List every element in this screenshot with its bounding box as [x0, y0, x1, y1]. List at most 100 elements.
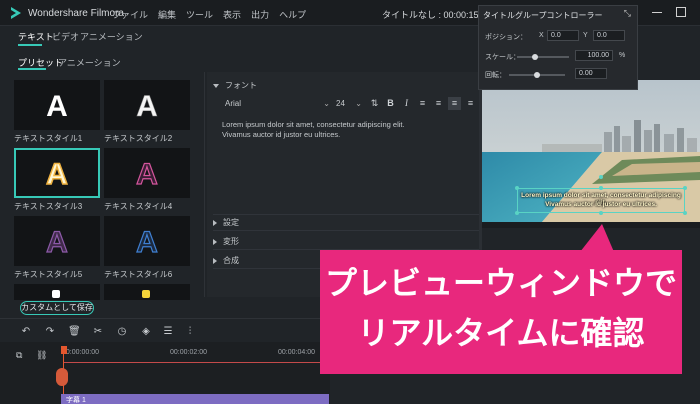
resize-handle[interactable]	[599, 186, 603, 190]
scale-slider-track[interactable]	[517, 56, 569, 58]
text-input-area[interactable]: Lorem ipsum dolor sit amet, consectetur …	[222, 120, 472, 210]
divider	[213, 214, 479, 215]
text-style-grid: A テキストスタイル1 A テキストスタイル2 A テキストスタイル3 A テキ…	[12, 80, 192, 300]
section-font-header[interactable]: フォント	[213, 80, 257, 91]
redo-icon[interactable]: ↷	[44, 326, 56, 338]
keyframe-icon[interactable]: ◈	[140, 326, 152, 338]
style-3-preview: A	[45, 157, 68, 192]
maximize-icon[interactable]	[676, 7, 686, 17]
menu-export[interactable]: 出力	[251, 8, 269, 21]
panel-title: タイトルグループコントローラー	[483, 11, 603, 20]
scale-slider-knob[interactable]	[532, 54, 539, 60]
preview-caption-line-2: Vivamus auctor id justor eu ultrices.	[545, 201, 657, 208]
scale-input[interactable]: 100.00	[575, 50, 613, 61]
section-transform-header[interactable]: 変形	[213, 236, 239, 247]
position-x-input[interactable]: 0.0	[547, 30, 579, 41]
align-right-icon[interactable]: ≡	[464, 97, 477, 110]
section-settings-header[interactable]: 設定	[213, 217, 239, 228]
clip-label: 字幕 1	[66, 397, 86, 404]
style-8-partial-glyph	[142, 290, 150, 298]
resize-handle[interactable]	[515, 186, 519, 190]
style-thumb-5[interactable]: A	[14, 216, 100, 266]
callout-line-1: プレビューウィンドウで	[324, 265, 677, 301]
collapse-panel-icon[interactable]: ⤡	[624, 8, 631, 19]
playhead-handle[interactable]	[61, 346, 67, 354]
style-thumb-3[interactable]: A	[14, 148, 100, 198]
rotate-input[interactable]: 0.00	[575, 68, 607, 79]
vertical-text-icon[interactable]: ⇅	[368, 97, 381, 110]
menu-file[interactable]: ファイル	[112, 8, 148, 21]
track-marker[interactable]	[56, 368, 68, 386]
font-family-value: Arial	[225, 99, 242, 108]
position-y-input[interactable]: 0.0	[593, 30, 625, 41]
font-size-select[interactable]: 24 ⌄	[336, 99, 362, 111]
section-settings-label: 設定	[223, 218, 239, 227]
ruler-time-0: 00:00:00:00	[62, 349, 99, 356]
tab-video[interactable]: ビデオ	[52, 30, 79, 43]
panel-divider	[204, 72, 205, 297]
bold-icon[interactable]: B	[384, 97, 397, 110]
style-3-glyph: A	[46, 158, 68, 191]
text-line-2: Vivamus auctor id justor eu ultrices.	[222, 130, 341, 139]
rotate-label: 回転：	[485, 72, 506, 79]
style-thumb-1[interactable]: A	[14, 80, 100, 130]
format-toolbar: ⇅ B I ≡ ≡ ≡ ≡	[368, 97, 477, 111]
callout-line-2: リアルタイムに確認	[357, 315, 645, 351]
expand-icon	[213, 219, 217, 226]
subtab-active-indicator	[18, 68, 46, 70]
font-family-select[interactable]: Arial ⌄	[225, 99, 330, 111]
add-track-icon[interactable]: ⧉	[16, 350, 22, 361]
style-5-glyph: A	[46, 226, 68, 259]
audio-icon[interactable]: ⫶	[184, 326, 196, 338]
section-composite-label: 合成	[223, 256, 239, 265]
style-thumb-2[interactable]: A	[104, 80, 190, 130]
menu-tools[interactable]: ツール	[186, 8, 213, 21]
style-thumb-6[interactable]: A	[104, 216, 190, 266]
filmora-logo-icon	[11, 7, 21, 19]
menu-edit[interactable]: 編集	[158, 8, 176, 21]
subtab-animation[interactable]: アニメーション	[58, 56, 121, 69]
style-5-preview: A	[46, 225, 69, 259]
resize-handle[interactable]	[683, 186, 687, 190]
resize-handle[interactable]	[683, 211, 687, 215]
menu-view[interactable]: 表示	[223, 8, 241, 21]
style-thumb-7[interactable]	[14, 284, 100, 300]
adjust-icon[interactable]: ☰	[162, 326, 174, 338]
style-4-preview: A	[136, 157, 159, 191]
expand-icon	[213, 257, 217, 264]
resize-handle[interactable]	[515, 211, 519, 215]
timer-icon[interactable]: ◷	[116, 326, 128, 338]
align-left-icon[interactable]: ≡	[416, 97, 429, 110]
tab-text[interactable]: テキスト	[18, 30, 54, 43]
style-label-2: テキストスタイル2	[104, 134, 173, 143]
link-icon[interactable]: ⛓	[36, 350, 47, 361]
rotate-handle[interactable]	[599, 175, 603, 179]
align-justify-icon[interactable]: ≡	[448, 97, 461, 110]
style-7-partial-glyph	[52, 290, 60, 298]
rotate-slider-knob[interactable]	[534, 72, 540, 78]
cut-icon[interactable]: ✂	[92, 326, 104, 338]
style-label-6: テキストスタイル6	[104, 270, 173, 279]
style-thumb-4[interactable]: A	[104, 148, 190, 198]
tab-animation[interactable]: アニメーション	[80, 30, 143, 43]
section-composite-header[interactable]: 合成	[213, 255, 239, 266]
undo-icon[interactable]: ↶	[20, 326, 32, 338]
timeline-track-line	[63, 362, 323, 363]
align-center-icon[interactable]: ≡	[432, 97, 445, 110]
style-6-glyph: A	[136, 226, 158, 259]
ruler-time-2: 00:00:04:00	[278, 349, 315, 356]
minimize-icon[interactable]	[652, 12, 662, 13]
title-group-controller-panel: タイトルグループコントローラー ⤡ ポジション： X 0.0 Y 0.0 スケー…	[478, 5, 638, 90]
resize-handle[interactable]	[599, 211, 603, 215]
delete-icon[interactable]: 🗑	[68, 326, 81, 338]
style-4-glyph: A	[136, 158, 158, 191]
subtitle-clip[interactable]	[61, 394, 329, 404]
menu-help[interactable]: ヘルプ	[279, 8, 306, 21]
italic-icon[interactable]: I	[400, 97, 413, 110]
chevron-down-icon: ⌄	[355, 99, 362, 108]
save-as-custom-button[interactable]: カスタムとして保存	[20, 301, 94, 315]
x-label: X	[539, 32, 544, 39]
style-thumb-8[interactable]	[104, 284, 190, 300]
section-transform-label: 変形	[223, 237, 239, 246]
style-1-preview: A	[46, 90, 68, 123]
